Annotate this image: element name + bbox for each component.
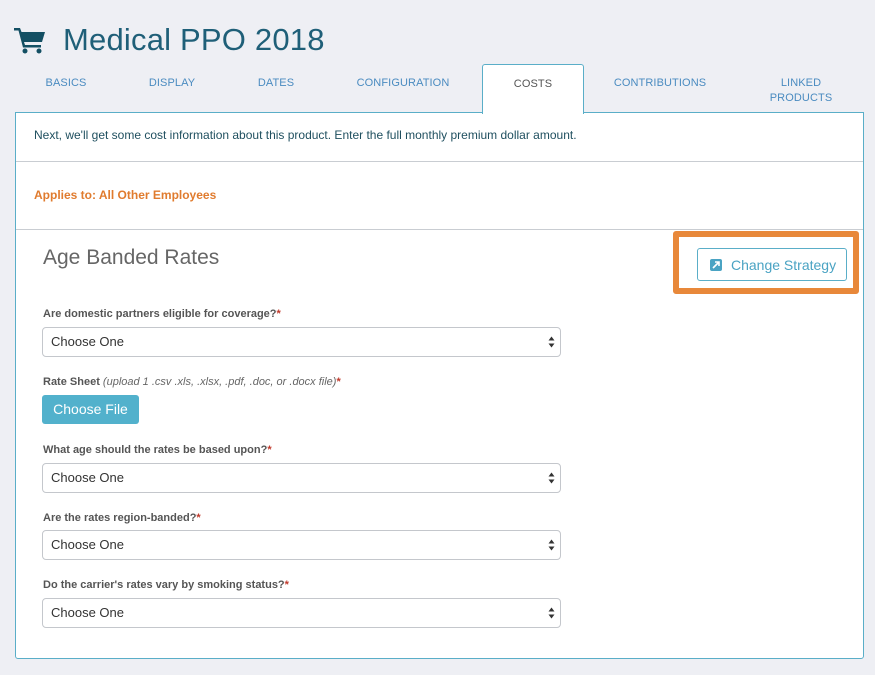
- intro-text: Next, we'll get some cost information ab…: [16, 113, 863, 162]
- page-title: Medical PPO 2018: [63, 22, 325, 57]
- smoking-status-label: Do the carrier's rates vary by smoking s…: [43, 579, 289, 591]
- select-value: Choose One: [51, 605, 124, 620]
- region-banded-label: Are the rates region-banded?*: [43, 512, 201, 524]
- region-banded-select[interactable]: Choose One: [42, 530, 561, 560]
- required-marker: *: [284, 579, 289, 591]
- select-arrows-icon: [548, 472, 555, 484]
- label-text: What age should the rates be based upon?: [43, 444, 268, 456]
- tab-configuration[interactable]: CONFIGURATION: [345, 64, 461, 113]
- costs-panel: Next, we'll get some cost information ab…: [15, 112, 864, 659]
- required-marker: *: [336, 376, 341, 388]
- label-text: Are the rates region-banded?: [43, 512, 197, 524]
- change-strategy-label: Change Strategy: [731, 256, 837, 273]
- domestic-partners-select[interactable]: Choose One: [42, 327, 561, 357]
- change-strategy-button[interactable]: Change Strategy: [697, 248, 847, 281]
- tab-label: DISPLAY: [148, 77, 196, 89]
- age-basis-select[interactable]: Choose One: [42, 463, 561, 493]
- section-title: Age Banded Rates: [43, 246, 220, 269]
- tab-label-line2: PRODUCTS: [769, 92, 833, 104]
- label-text: Do the carrier's rates vary by smoking s…: [43, 579, 285, 591]
- required-marker: *: [276, 308, 281, 320]
- label-text: Rate Sheet: [43, 376, 100, 388]
- rate-sheet-hint: (upload 1 .csv .xls, .xlsx, .pdf, .doc, …: [102, 376, 337, 388]
- tab-dates[interactable]: DATES: [239, 64, 313, 113]
- select-arrows-icon: [548, 539, 555, 551]
- tab-display[interactable]: DISPLAY: [135, 64, 209, 113]
- tab-label: CONTRIBUTIONS: [613, 77, 707, 89]
- tab-bar: BASICS DISPLAY DATES CONFIGURATION COSTS…: [15, 64, 864, 114]
- tab-costs[interactable]: COSTS: [482, 64, 584, 114]
- rate-sheet-label: Rate Sheet (upload 1 .csv .xls, .xlsx, .…: [43, 376, 341, 388]
- choose-file-button[interactable]: Choose File: [42, 395, 139, 424]
- tab-contributions[interactable]: CONTRIBUTIONS: [605, 64, 715, 113]
- select-value: Choose One: [51, 334, 124, 349]
- tab-label: COSTS: [513, 78, 553, 90]
- domestic-partners-label: Are domestic partners eligible for cover…: [43, 308, 281, 320]
- select-arrows-icon: [548, 336, 555, 348]
- page-header: Medical PPO 2018: [14, 20, 325, 60]
- required-marker: *: [267, 444, 272, 456]
- tab-basics[interactable]: BASICS: [29, 64, 103, 113]
- external-link-icon: [710, 258, 722, 271]
- age-basis-label: What age should the rates be based upon?…: [43, 444, 272, 456]
- applies-to-text: Applies to: All Other Employees: [16, 162, 863, 230]
- tab-label: BASICS: [45, 77, 87, 89]
- select-value: Choose One: [51, 470, 124, 485]
- tab-label: LINKED: [780, 77, 822, 89]
- required-marker: *: [196, 512, 201, 524]
- tab-linked-products[interactable]: LINKED PRODUCTS: [755, 64, 847, 113]
- smoking-status-select[interactable]: Choose One: [42, 598, 561, 628]
- select-value: Choose One: [51, 537, 124, 552]
- select-arrows-icon: [548, 607, 555, 619]
- label-text: Are domestic partners eligible for cover…: [43, 308, 277, 320]
- tab-label: DATES: [257, 77, 295, 89]
- shopping-cart-icon: [14, 26, 46, 54]
- tab-label: CONFIGURATION: [356, 77, 450, 89]
